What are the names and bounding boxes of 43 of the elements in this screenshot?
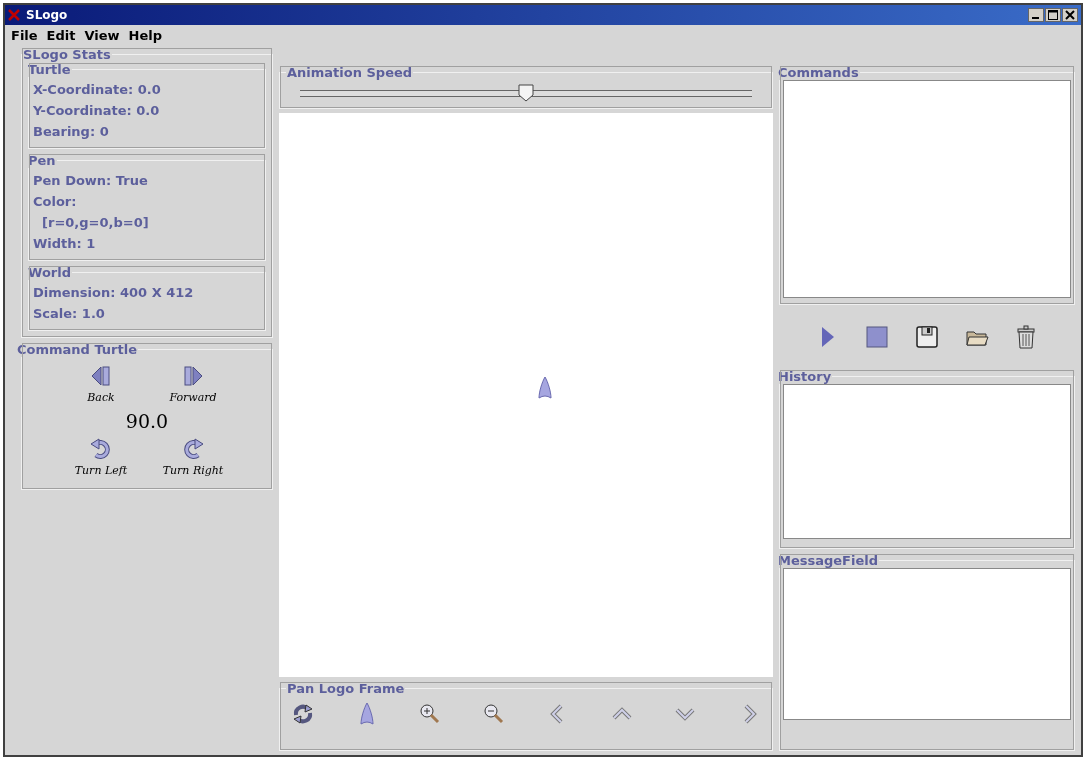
minimize-icon[interactable]	[1028, 8, 1044, 22]
refresh-icon[interactable]	[292, 702, 314, 726]
group-title: MessageField	[777, 553, 880, 568]
save-icon[interactable]	[915, 325, 939, 349]
group-title: World	[27, 265, 72, 280]
group-title: Commands	[777, 65, 860, 80]
turtle-icon	[537, 375, 553, 400]
menu-item[interactable]: View	[84, 27, 120, 43]
stat-text: Y-Coordinate: 0.0	[33, 102, 161, 120]
stat-text: Width: 1	[33, 235, 97, 253]
stop-icon[interactable]	[865, 325, 890, 349]
close-icon[interactable]	[1062, 8, 1078, 22]
menu-item[interactable]: Edit	[46, 27, 76, 43]
group-title: Pan Logo Frame	[286, 681, 406, 696]
stat-text: Dimension: 400 X 412	[33, 284, 195, 302]
zoom-in-icon[interactable]	[419, 702, 442, 726]
window-title: SLogo	[26, 8, 69, 22]
stat-text: [r=0,g=0,b=0]	[41, 214, 150, 232]
button-label[interactable]: Turn Right	[162, 464, 224, 477]
rotate-left-icon[interactable]	[90, 438, 112, 460]
maximize-icon[interactable]	[1045, 8, 1061, 22]
group-title: History	[777, 369, 833, 384]
group-title: Turtle	[27, 62, 72, 77]
stat-text: X-Coordinate: 0.0	[33, 81, 162, 99]
slider-thumb[interactable]	[518, 84, 534, 102]
button-label[interactable]: Back	[87, 391, 115, 404]
back-icon[interactable]	[90, 365, 112, 387]
menu-item[interactable]: File	[11, 27, 38, 43]
app-icon	[8, 9, 20, 21]
button-label[interactable]: Forward	[169, 391, 217, 404]
forward-icon[interactable]	[182, 365, 204, 387]
menu-item[interactable]: Help	[128, 27, 163, 43]
zoom-out-icon[interactable]	[483, 702, 506, 726]
button-label[interactable]: Turn Left	[74, 464, 128, 477]
value-text: 90.0	[125, 410, 169, 432]
stat-text: Color:	[33, 193, 78, 211]
group-title: Animation Speed	[286, 65, 414, 80]
stat-text: Pen Down: True	[33, 172, 149, 190]
group-title: Command Turtle	[16, 342, 138, 357]
group-title: SLogo Stats	[22, 47, 112, 62]
stat-text: Scale: 1.0	[33, 305, 106, 323]
stat-text: Bearing: 0	[33, 123, 110, 141]
rotate-right-icon[interactable]	[182, 438, 204, 460]
